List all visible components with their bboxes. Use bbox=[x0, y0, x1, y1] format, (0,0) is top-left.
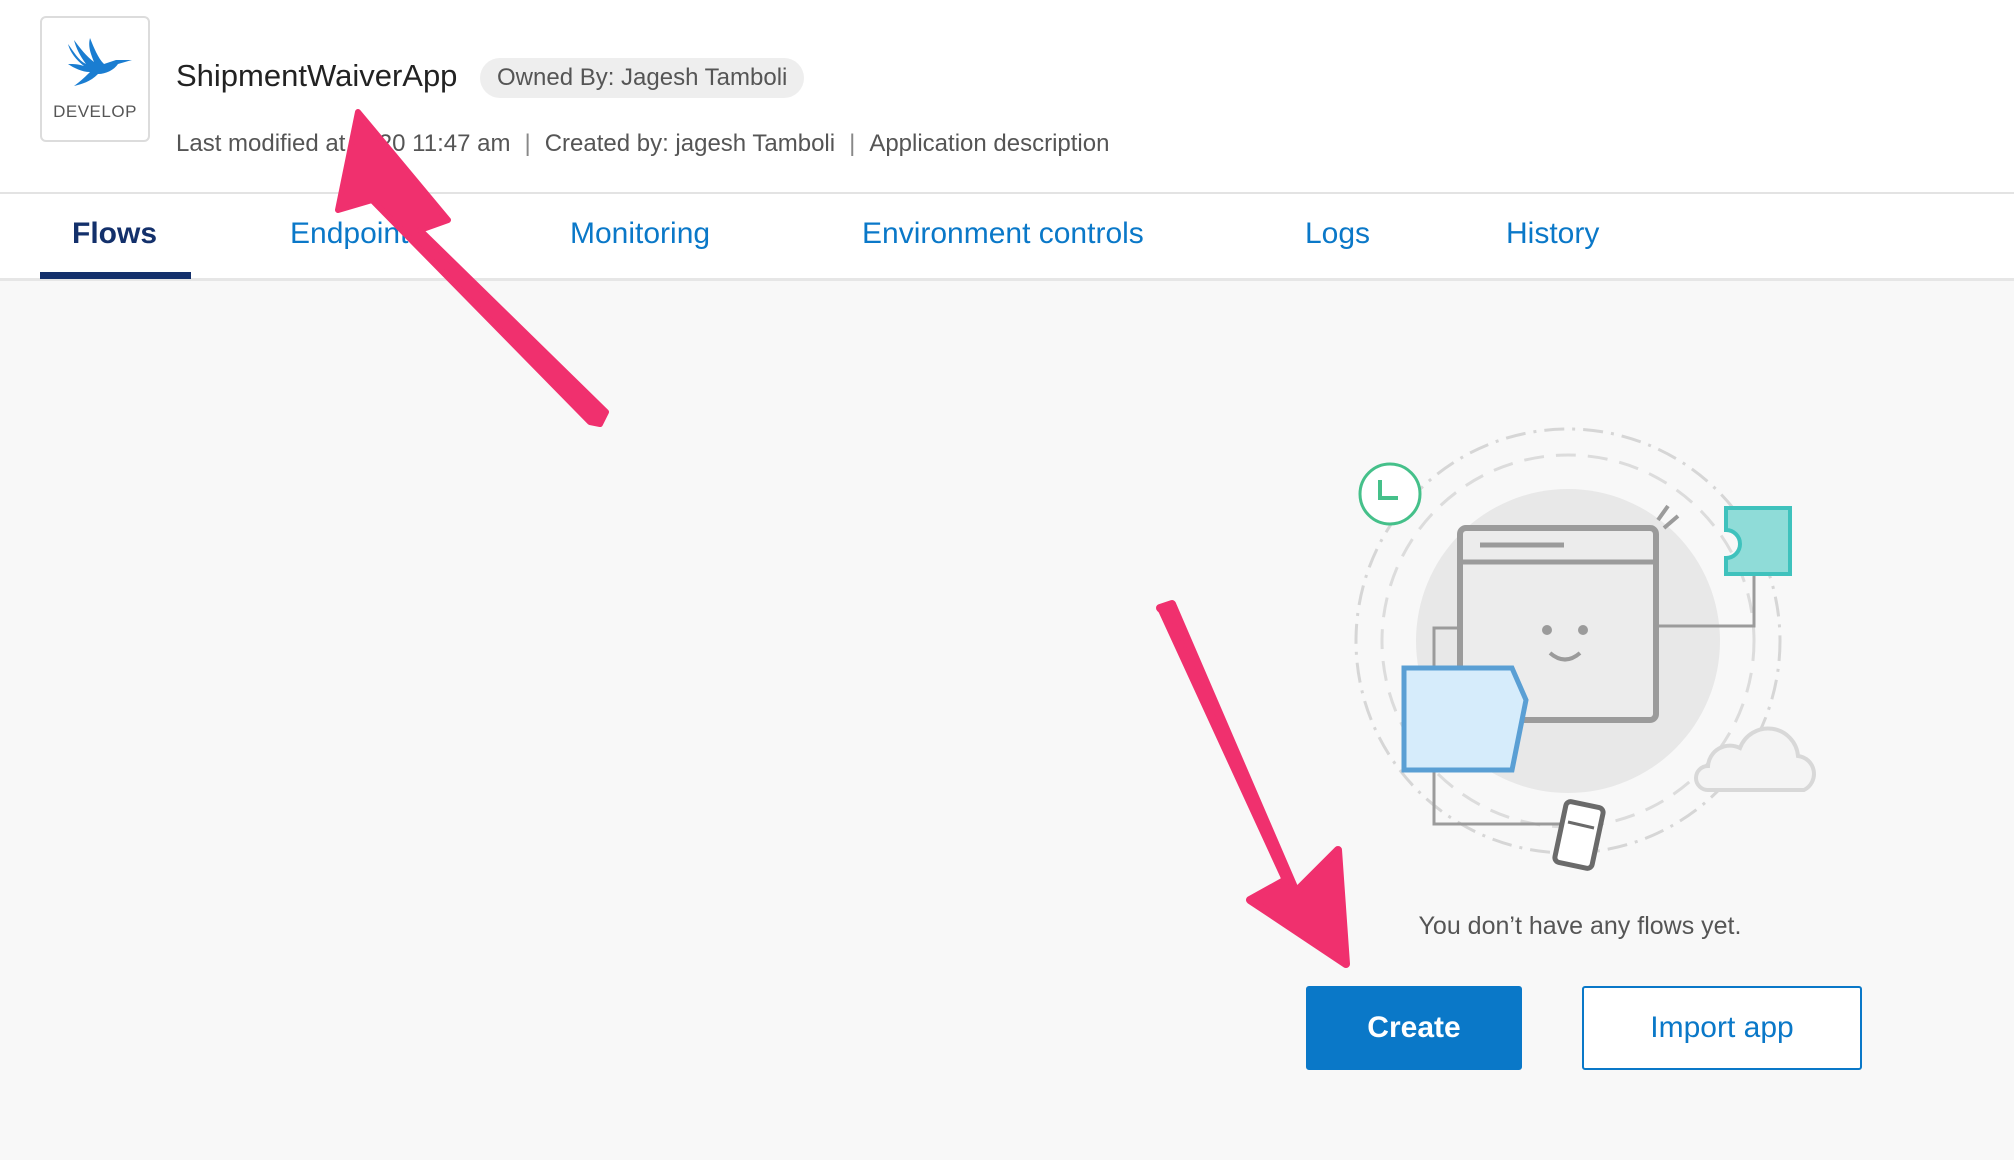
app-name: ShipmentWaiverApp bbox=[176, 58, 458, 93]
app-description-link[interactable]: Application description bbox=[869, 130, 1109, 157]
tab-environment-controls[interactable]: Environment controls bbox=[862, 194, 1144, 278]
created-by-text: Created by: jagesh Tamboli bbox=[544, 130, 836, 157]
tab-history[interactable]: History bbox=[1506, 194, 1599, 278]
tab-endpoints[interactable]: Endpoints bbox=[290, 194, 423, 278]
tab-flows[interactable]: Flows bbox=[39, 194, 192, 279]
hummingbird-logo-icon bbox=[68, 38, 132, 86]
empty-flows-illustration bbox=[1354, 427, 1816, 871]
tab-monitoring[interactable]: Monitoring bbox=[570, 194, 710, 278]
tab-logs[interactable]: Logs bbox=[1305, 194, 1370, 278]
phone-icon bbox=[1552, 799, 1606, 871]
environment-label: DEVELOP bbox=[53, 102, 137, 121]
import-app-button[interactable]: Import app bbox=[1582, 986, 1862, 1070]
tab-bar: Flows Endpoints Monitoring Environment c… bbox=[0, 194, 2014, 281]
empty-state-message: You don’t have any flows yet. bbox=[1418, 912, 1742, 940]
clock-icon bbox=[1358, 462, 1422, 526]
data-block-icon bbox=[1401, 665, 1529, 773]
meta-separator: | bbox=[524, 130, 531, 157]
meta-separator: | bbox=[849, 130, 856, 157]
app-icon-tile[interactable]: DEVELOP bbox=[40, 16, 150, 142]
owner-badge: Owned By: Jagesh Tamboli bbox=[480, 58, 805, 98]
app-meta: Last modified at 2020 11:47 am | Created b… bbox=[176, 130, 1109, 158]
create-button[interactable]: Create bbox=[1306, 986, 1522, 1070]
last-modified-text: Last modified at 2020 11:47 am bbox=[176, 130, 511, 157]
cloud-icon bbox=[1694, 726, 1816, 792]
puzzle-piece-icon bbox=[1724, 506, 1792, 576]
annotation-arrow-bottom bbox=[1156, 600, 1350, 968]
app-header: DEVELOP ShipmentWaiverApp Owned By: Jage… bbox=[0, 0, 2014, 194]
